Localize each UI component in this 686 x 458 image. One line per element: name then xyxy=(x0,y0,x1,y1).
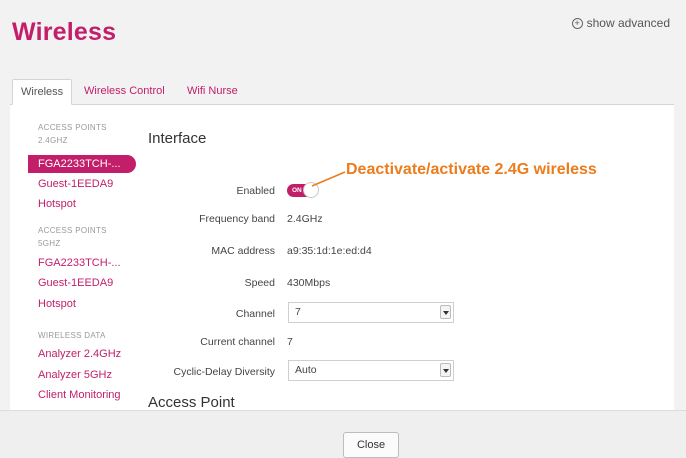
close-button[interactable]: Close xyxy=(343,432,399,458)
dialog-footer: Close xyxy=(0,410,686,458)
wireless-panel: Wireless + show advanced Wireless Wirele… xyxy=(0,0,686,458)
annotation-pointer xyxy=(311,171,346,187)
annotation-text: Deactivate/activate 2.4G wireless xyxy=(346,161,597,178)
